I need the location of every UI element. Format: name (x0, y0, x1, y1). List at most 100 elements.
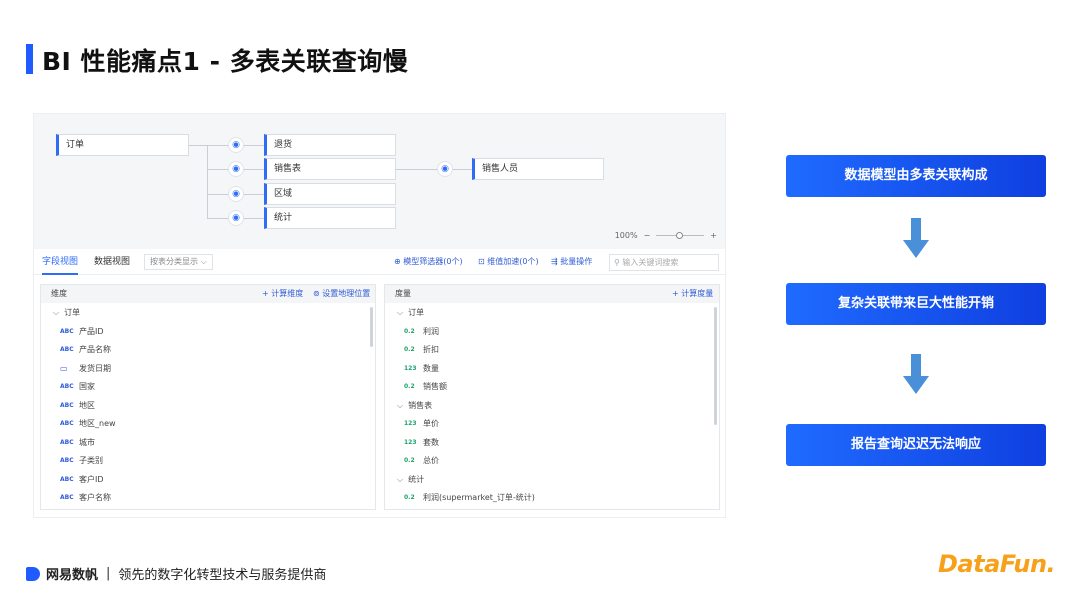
list-item[interactable]: ▭ 发货日期 (53, 360, 375, 379)
bi-screenshot: 订单 ◉ ◉ ◉ ◉ ◉ 退货 销售表 区域 统计 销售人员 100% − + … (33, 113, 726, 518)
list-item[interactable]: ABC 子类别 (53, 452, 375, 471)
list-item[interactable]: ABC 客户名称 (53, 489, 375, 508)
list-item[interactable]: 123 单价 (397, 415, 719, 434)
measure-list: ⌵ 订单 0.2 利润 0.2 折扣 123 数量 0.2 销售额 ⌵ 销售表 123 单价 … (385, 303, 719, 508)
calendar-icon: ▭ (60, 363, 68, 373)
zoom-slider-knob[interactable] (676, 232, 684, 239)
set-geo-button[interactable]: ⊚ 设置地理位置 (313, 285, 370, 303)
type-text-icon: ABC (60, 346, 74, 353)
batch-button[interactable]: ⇶ 批量操作 (551, 249, 592, 275)
arrow-down-icon (903, 354, 929, 394)
panel-header: 度量 + 计算度量 (385, 285, 719, 303)
node-child[interactable]: 退货 (264, 134, 396, 156)
eye-icon[interactable]: ◉ (228, 137, 244, 153)
list-item[interactable]: ABC 客户ID (53, 471, 375, 490)
list-item[interactable]: ABC 城市 (53, 434, 375, 453)
dimension-list: ⌵ 订单 ABC 产品ID ABC 产品名称 ▭ 发货日期 ABC 国家 ABC 地区 AB… (41, 303, 375, 508)
model-canvas: 订单 ◉ ◉ ◉ ◉ ◉ 退货 销售表 区域 统计 销售人员 100% − + (34, 114, 725, 249)
list-item[interactable]: ABC 地区 (53, 397, 375, 416)
connector (207, 145, 208, 218)
chevron-down-icon: ⌵ (53, 308, 60, 317)
slide: BI 性能痛点1 - 多表关联查询慢 订单 ◉ ◉ ◉ ◉ ◉ 退货 销售表 区… (0, 0, 1080, 608)
chevron-down-icon: ⌵ (397, 400, 404, 410)
node-root[interactable]: 订单 (56, 134, 189, 156)
panel-header: 维度 + 计算维度 ⊚ 设置地理位置 (41, 285, 375, 303)
group-row[interactable]: ⌵ 订单 (397, 304, 719, 323)
list-item[interactable]: 123 数量 (397, 360, 719, 379)
zoom-control: 100% − + (615, 231, 717, 240)
list-item[interactable]: 123 套数 (397, 434, 719, 453)
title-accent-bar (26, 44, 33, 74)
type-number-icon: 0.2 (404, 494, 415, 501)
datafun-logo: DataFun. (938, 550, 1056, 578)
search-input[interactable]: ⚲ 输入关键词搜索 (609, 254, 719, 271)
add-calc-dimension-button[interactable]: + 计算维度 (262, 285, 303, 303)
measure-panel: 度量 + 计算度量 ⌵ 订单 0.2 利润 0.2 折扣 123 数量 0.2 销售额 ⌵… (384, 284, 720, 510)
footer-brand: 网易数帆 | 领先的数字化转型技术与服务提供商 (26, 564, 326, 583)
list-item[interactable]: ABC 产品ID (53, 323, 375, 342)
list-item[interactable]: 0.2 利润 (397, 323, 719, 342)
type-text-icon: ABC (60, 457, 74, 464)
zoom-level: 100% (614, 231, 638, 240)
page-title: BI 性能痛点1 - 多表关联查询慢 (42, 47, 409, 76)
type-text-icon: ABC (60, 438, 74, 446)
type-number-icon: 0.2 (404, 327, 415, 335)
panel-title: 度量 (395, 289, 411, 298)
brand-separator: | (106, 566, 111, 581)
flow-step-2: 复杂关联带来巨大性能开销 (786, 283, 1046, 325)
list-item[interactable]: 0.2 折扣 (397, 341, 719, 360)
dimension-panel: 维度 + 计算维度 ⊚ 设置地理位置 ⌵ 订单 ABC 产品ID ABC 产品名称 ▭… (40, 284, 376, 510)
type-text-icon: ABC (60, 475, 74, 483)
node-child[interactable]: 统计 (264, 207, 396, 229)
model-filter-button[interactable]: ⊕ 模型筛选器(0个) (394, 249, 463, 275)
chevron-down-icon: ⌵ (397, 308, 404, 317)
list-item[interactable]: ABC 地区_new (53, 415, 375, 434)
node-child[interactable]: 区域 (264, 183, 396, 205)
brand-tagline: 领先的数字化转型技术与服务提供商 (118, 568, 327, 583)
scrollbar[interactable] (714, 307, 717, 425)
list-item[interactable]: ABC 产品名称 (53, 341, 375, 360)
add-calc-measure-button[interactable]: + 计算度量 (672, 285, 713, 303)
eye-icon[interactable]: ◉ (437, 161, 453, 177)
type-text-icon: ABC (60, 327, 74, 335)
group-row[interactable]: ⌵ 统计 (397, 471, 719, 490)
flow-step-3: 报告查询迟迟无法响应 (786, 424, 1046, 466)
type-number-icon: 0.2 (404, 457, 415, 464)
zoom-slider[interactable] (656, 232, 705, 239)
scrollbar[interactable] (370, 307, 373, 347)
type-text-icon: ABC (60, 420, 74, 427)
eye-icon[interactable]: ◉ (228, 161, 244, 177)
view-toolbar: 字段视图 数据视图 按表分类显示 ⌵ ⊕ 模型筛选器(0个) ⊡ 维值加速(0个… (34, 249, 725, 275)
panel-title: 维度 (51, 289, 67, 298)
group-select[interactable]: 按表分类显示 ⌵ (144, 253, 213, 270)
list-item[interactable]: ABC 国家 (53, 378, 375, 397)
group-row[interactable]: ⌵ 订单 (53, 304, 375, 323)
brand-name: 网易数帆 (46, 568, 99, 583)
type-number-icon: 123 (404, 364, 417, 372)
tab-field-view[interactable]: 字段视图 (36, 249, 84, 275)
dim-speed-button[interactable]: ⊡ 维值加速(0个) (478, 249, 539, 275)
type-number-icon: 123 (404, 420, 417, 427)
eye-icon[interactable]: ◉ (228, 186, 244, 202)
node-child[interactable]: 销售表 (264, 158, 396, 180)
list-item[interactable]: 0.2 销售额 (397, 378, 719, 397)
type-number-icon: 0.2 (404, 383, 415, 390)
chevron-down-icon: ⌵ (397, 474, 404, 484)
netease-logo-icon (26, 566, 40, 581)
zoom-out-button[interactable]: − (644, 231, 651, 240)
type-number-icon: 123 (404, 438, 417, 446)
type-text-icon: ABC (60, 401, 74, 409)
zoom-in-button[interactable]: + (710, 231, 717, 240)
eye-icon[interactable]: ◉ (228, 210, 244, 226)
list-item[interactable]: 0.2 利润(supermarket_订单-统计) (397, 489, 719, 508)
list-item[interactable]: 0.2 总价 (397, 452, 719, 471)
node-grandchild[interactable]: 销售人员 (472, 158, 604, 180)
type-text-icon: ABC (60, 494, 74, 501)
group-row[interactable]: ⌵ 销售表 (397, 397, 719, 416)
type-number-icon: 0.2 (404, 346, 415, 353)
connector (189, 145, 207, 146)
arrow-down-icon (903, 218, 929, 258)
flow-step-1: 数据模型由多表关联构成 (786, 155, 1046, 197)
type-text-icon: ABC (60, 383, 74, 390)
tab-data-view[interactable]: 数据视图 (88, 249, 136, 275)
